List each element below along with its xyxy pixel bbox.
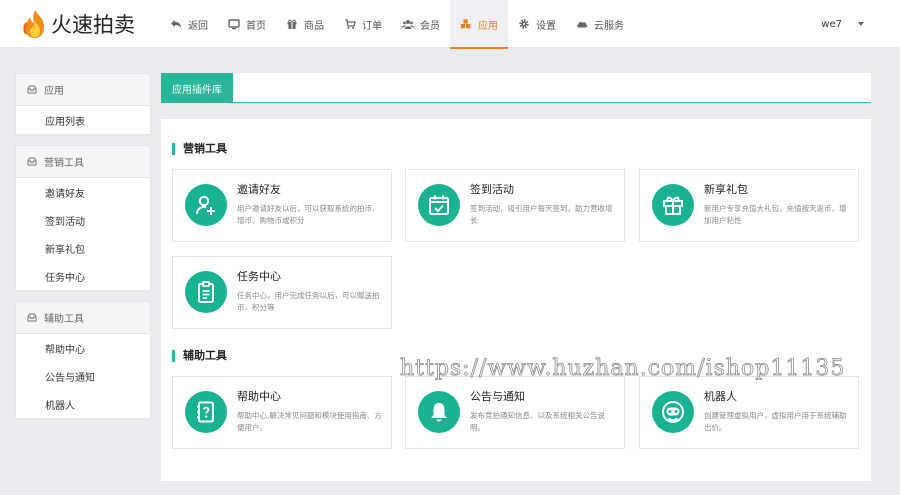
back-icon (170, 18, 182, 30)
nav-label: 首页 (246, 20, 266, 32)
card-title: 公告与通知 (470, 390, 525, 403)
nav-label: 订单 (362, 20, 382, 32)
sidebar-group-title: 营销工具 (44, 158, 84, 169)
flame-icon (22, 9, 48, 39)
user-menu[interactable]: we7 (821, 0, 842, 48)
nav-label: 应用 (478, 20, 498, 32)
card-desc: 帮助中心,解决常见问题和模块使用指南、方便用户。 (237, 411, 382, 432)
card-notice[interactable]: 公告与通知 发布竞拍通知信息、以及系统相关公告说明。 (405, 376, 625, 449)
gear-icon (518, 18, 530, 30)
nav-label: 会员 (420, 20, 440, 32)
sidebar-group-header: 应用 (16, 74, 150, 106)
nav-orders[interactable]: 订单 (334, 0, 392, 48)
card-desc: 创建管理虚拟用户，虚拟用户用于系统辅助出价。 (704, 411, 847, 432)
top-bar: 火速拍卖 返回 首页 商品 订单 会员 应用 设置 云服务 we7 (0, 0, 900, 49)
sidebar-item-robot[interactable]: 机器人 (16, 390, 150, 418)
card-desc: 新用户专享充值大礼包，充值按天返币，增加用户粘性 (704, 204, 847, 225)
nav-label: 商品 (304, 20, 324, 32)
watermark-text: https://www.huzhan.com/ishop11135 (400, 356, 846, 382)
sidebar-group-marketing: 营销工具 邀请好友 签到活动 新享礼包 任务中心 (15, 145, 151, 291)
sidebar-group-apps: 应用 应用列表 (15, 73, 151, 135)
help-book-icon (185, 391, 227, 433)
bell-icon (418, 391, 460, 433)
cubes-icon (460, 18, 472, 30)
caret-down-icon[interactable] (858, 22, 864, 26)
sidebar-item-task-center[interactable]: 任务中心 (16, 262, 150, 290)
card-title: 新享礼包 (704, 183, 748, 196)
sidebar-group-title: 辅助工具 (44, 314, 84, 325)
gift-box-icon (652, 184, 694, 226)
nav-cloud[interactable]: 云服务 (566, 0, 634, 48)
sidebar-item-checkin[interactable]: 签到活动 (16, 206, 150, 234)
card-desc: 签到活动，吸引用户每天签到，助力营收增长 (470, 204, 613, 225)
card-title: 帮助中心 (237, 390, 281, 403)
sidebar-group-assist: 辅助工具 帮助中心 公告与通知 机器人 (15, 301, 151, 419)
nav-members[interactable]: 会员 (392, 0, 450, 48)
sidebar-group-title: 应用 (44, 86, 64, 97)
card-robot[interactable]: 机器人 创建管理虚拟用户，虚拟用户用于系统辅助出价。 (639, 376, 859, 449)
card-invite[interactable]: 邀请好友 用户邀请好友以后，可以获取系统的拍币、增币、购物币或积分 (172, 169, 392, 242)
card-desc: 用户邀请好友以后，可以获取系统的拍币、增币、购物币或积分 (237, 204, 380, 225)
sidebar-item-app-list[interactable]: 应用列表 (16, 106, 150, 134)
tab-plugin-library[interactable]: 应用插件库 (161, 73, 233, 103)
card-title: 邀请好友 (237, 183, 281, 196)
card-task-center[interactable]: 任务中心 任务中心，用户完成任务以后，可以赠送拍币、积分等 (172, 256, 392, 329)
sidebar: 应用 应用列表 营销工具 邀请好友 签到活动 新享礼包 任务中心 辅助工具 帮助… (15, 73, 151, 429)
brand-name: 火速拍卖 (51, 13, 135, 37)
sidebar-group-header: 辅助工具 (16, 302, 150, 334)
calendar-check-icon (418, 184, 460, 226)
card-new-gift[interactable]: 新享礼包 新用户专享充值大礼包，充值按天返币，增加用户粘性 (639, 169, 859, 242)
card-desc: 任务中心，用户完成任务以后，可以赠送拍币、积分等 (237, 291, 380, 312)
monitor-icon (228, 18, 240, 30)
card-title: 机器人 (704, 390, 737, 403)
cloud-icon (576, 18, 588, 30)
sidebar-item-help[interactable]: 帮助中心 (16, 334, 150, 362)
card-title: 签到活动 (470, 183, 514, 196)
nav-goods[interactable]: 商品 (276, 0, 334, 48)
card-help[interactable]: 帮助中心 帮助中心,解决常见问题和模块使用指南、方便用户。 (172, 376, 392, 449)
inbox-icon (27, 85, 37, 94)
brand-logo[interactable]: 火速拍卖 (22, 8, 135, 40)
card-title: 任务中心 (237, 270, 281, 283)
robot-icon (652, 391, 694, 433)
sidebar-group-header: 营销工具 (16, 146, 150, 178)
gift-icon (286, 18, 298, 30)
sidebar-item-new-gift[interactable]: 新享礼包 (16, 234, 150, 262)
sidebar-item-invite[interactable]: 邀请好友 (16, 178, 150, 206)
user-plus-icon (185, 184, 227, 226)
plugin-tabbar: 应用插件库 (161, 73, 871, 103)
cart-icon (344, 18, 356, 30)
card-desc: 发布竞拍通知信息、以及系统相关公告说明。 (470, 411, 605, 432)
nav-label: 设置 (536, 20, 556, 32)
plugin-panel: 营销工具 邀请好友 用户邀请好友以后，可以获取系统的拍币、增币、购物币或积分 签… (161, 119, 871, 481)
section-title-marketing: 营销工具 (172, 143, 227, 155)
main-nav: 返回 首页 商品 订单 会员 应用 设置 云服务 (160, 0, 634, 49)
inbox-icon (27, 157, 37, 166)
section-title-assist: 辅助工具 (172, 350, 227, 362)
username: we7 (821, 18, 842, 30)
clipboard-icon (185, 271, 227, 313)
nav-back[interactable]: 返回 (160, 0, 218, 48)
users-icon (402, 18, 414, 30)
nav-home[interactable]: 首页 (218, 0, 276, 48)
sidebar-item-notice[interactable]: 公告与通知 (16, 362, 150, 390)
nav-settings[interactable]: 设置 (508, 0, 566, 48)
nav-label: 返回 (188, 20, 208, 32)
inbox-icon (27, 313, 37, 322)
nav-apps[interactable]: 应用 (450, 0, 508, 49)
nav-label: 云服务 (594, 20, 624, 32)
card-checkin[interactable]: 签到活动 签到活动，吸引用户每天签到，助力营收增长 (405, 169, 625, 242)
